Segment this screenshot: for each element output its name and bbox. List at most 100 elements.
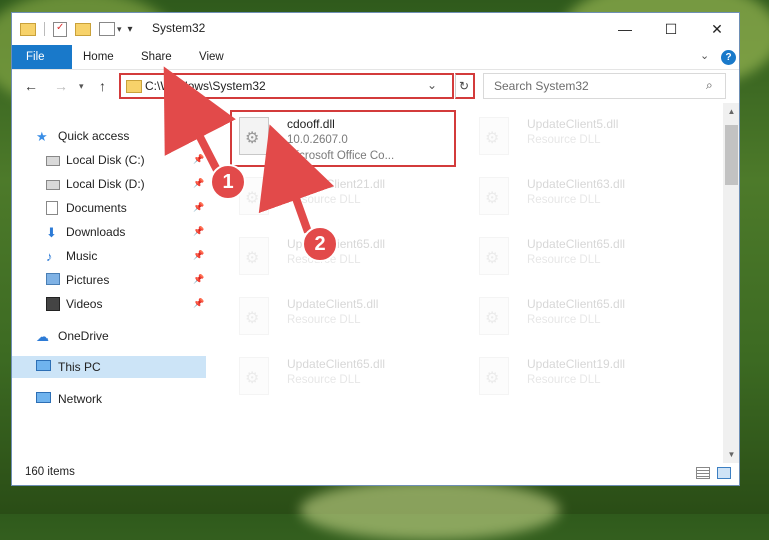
sidebar-item-this-pc[interactable]: This PC	[12, 356, 206, 378]
file-item[interactable]: ⚙ UpdateClient19.dll Resource DLL	[471, 351, 701, 403]
maximize-button[interactable]: ☐	[648, 13, 694, 45]
new-folder-icon[interactable]	[75, 22, 91, 36]
pin-icon[interactable]: 📌	[193, 154, 204, 165]
scroll-down-icon[interactable]: ▼	[723, 446, 739, 463]
window-title: System32	[152, 21, 206, 35]
dll-file-icon: ⚙	[239, 357, 269, 395]
address-bar[interactable]: C:\Windows\System32 ⌄	[119, 73, 454, 99]
close-icon: ✕	[711, 20, 723, 37]
close-button[interactable]: ✕	[694, 13, 739, 45]
properties-icon[interactable]: ✓	[53, 21, 67, 37]
sidebar-item-label: Local Disk (C:)	[66, 153, 145, 167]
sidebar-item-network[interactable]: Network	[12, 388, 206, 410]
file-name: UpdateClient65.dll	[527, 237, 626, 251]
forward-arrow-icon[interactable]: →	[54, 78, 68, 94]
annotation-marker-2: 2	[302, 226, 338, 262]
minimize-button[interactable]: —	[602, 13, 648, 45]
dll-file-icon: ⚙	[479, 357, 509, 395]
background-foliage	[300, 480, 560, 540]
pin-icon[interactable]: 📌	[193, 298, 204, 309]
tab-share[interactable]: Share	[128, 45, 185, 69]
file-name: UpdateClient5.dll	[527, 117, 619, 131]
customize-toolbar-icon[interactable]: ▾	[128, 24, 133, 35]
file-highlight-box	[230, 110, 456, 167]
search-icon[interactable]: ⌕	[706, 78, 713, 93]
large-icons-view-icon[interactable]	[717, 467, 731, 479]
vertical-scrollbar[interactable]: ▲ ▼	[723, 103, 739, 463]
file-detail: Resource DLL	[287, 194, 361, 206]
tab-home[interactable]: Home	[70, 45, 127, 69]
tab-file[interactable]: File	[12, 45, 72, 69]
sidebar-item-onedrive[interactable]: ☁ OneDrive	[12, 325, 206, 347]
pin-icon[interactable]: 📌	[193, 226, 204, 237]
chevron-down-icon[interactable]: ▾	[117, 24, 122, 35]
back-arrow-icon[interactable]: ←	[24, 78, 38, 94]
pin-icon[interactable]: 📌	[193, 250, 204, 261]
sidebar-item-local-disk-d[interactable]: Local Disk (D:) 📌	[12, 173, 206, 195]
file-item[interactable]: ⚙UpdateClient65.dllResource DLL	[471, 291, 701, 343]
file-name: UpdateClient21.dll	[287, 177, 386, 191]
help-icon[interactable]: ?	[721, 50, 736, 65]
file-item[interactable]: ⚙ UpdateClient5.dll Resource DLL	[231, 291, 461, 343]
sidebar-item-label: Quick access	[58, 129, 130, 143]
tab-view[interactable]: View	[186, 45, 237, 69]
sidebar-item-local-disk-c[interactable]: Local Disk (C:) 📌	[12, 149, 206, 171]
dll-file-icon: ⚙	[479, 237, 509, 275]
explorer-window: ✓ ▾ ▾ System32 — ☐ ✕ File Home Share Vie…	[11, 12, 740, 486]
document-icon	[46, 201, 60, 215]
computer-icon	[36, 360, 51, 374]
navigation-pane: ★ Quick access Local Disk (C:) 📌 Local Disk …	[12, 103, 206, 463]
sidebar-item-label: This PC	[58, 360, 101, 374]
status-bar: 160 items	[12, 463, 739, 485]
folder-icon[interactable]	[20, 22, 36, 36]
search-placeholder[interactable]: Search System32	[494, 79, 589, 93]
minimize-icon: —	[618, 21, 632, 37]
recent-locations-icon[interactable]: ▾	[79, 81, 84, 92]
quick-access-toolbar: ✓ ▾ ▾	[20, 21, 133, 37]
file-item[interactable]: ⚙ UpdateClient63.dll Resource DLL	[471, 171, 701, 223]
refresh-button[interactable]: ↻	[455, 73, 475, 99]
sidebar-item-music[interactable]: ♪ Music 📌	[12, 245, 206, 267]
scroll-thumb[interactable]	[725, 125, 738, 185]
file-item[interactable]: ⚙UpdateClient65.dllResource DLL	[231, 231, 461, 283]
gear-icon: ⚙	[485, 250, 500, 267]
star-icon: ★	[36, 129, 48, 144]
chevron-down-icon[interactable]: ⌄	[427, 78, 437, 92]
file-detail: Resource DLL	[287, 314, 361, 326]
details-view-icon[interactable]	[696, 467, 710, 479]
gear-icon: ⚙	[245, 310, 260, 327]
title-bar: ✓ ▾ ▾ System32 — ☐ ✕	[12, 13, 739, 45]
sidebar-item-label: Music	[66, 249, 98, 263]
navigation-bar: ← → ▾ ↑ C:\Windows\System32 ⌄ ↻ Search S…	[12, 70, 739, 103]
item-count: 160 items	[25, 466, 75, 478]
sidebar-item-label: Videos	[66, 297, 103, 311]
sidebar-item-downloads[interactable]: ⬇ Downloads 📌	[12, 221, 206, 243]
network-icon	[36, 392, 51, 406]
scroll-up-icon[interactable]: ▲	[723, 103, 739, 120]
file-item[interactable]: ⚙ UpdateClient21.dll Resource DLL	[231, 171, 461, 223]
undo-icon[interactable]	[99, 22, 115, 36]
file-item[interactable]: ⚙UpdateClient65.dllResource DLL	[231, 351, 461, 403]
dll-file-icon: ⚙	[479, 117, 509, 155]
pin-icon[interactable]: 📌	[193, 178, 204, 189]
dll-file-icon: ⚙	[479, 177, 509, 215]
file-item[interactable]: ⚙UpdateClient65.dllResource DLL	[471, 231, 701, 283]
chevron-down-icon[interactable]: ⌄	[700, 49, 709, 62]
pin-icon[interactable]: 📌	[193, 202, 204, 213]
sidebar-item-label: Local Disk (D:)	[66, 177, 145, 191]
file-detail: Resource DLL	[527, 134, 601, 146]
sidebar-item-videos[interactable]: Videos 📌	[12, 293, 206, 315]
search-box[interactable]: Search System32 ⌕	[483, 73, 726, 99]
folder-icon	[126, 80, 142, 93]
sidebar-item-pictures[interactable]: Pictures 📌	[12, 269, 206, 291]
sidebar-item-label: Downloads	[66, 225, 126, 239]
file-name: UpdateClient63.dll	[527, 177, 626, 191]
address-path[interactable]: C:\Windows\System32	[145, 79, 266, 93]
sidebar-item-documents[interactable]: Documents 📌	[12, 197, 206, 219]
up-arrow-icon[interactable]: ↑	[99, 78, 106, 94]
picture-icon	[46, 273, 60, 287]
file-item[interactable]: ⚙ UpdateClient5.dll Resource DLL	[471, 111, 701, 163]
pin-icon[interactable]: 📌	[193, 274, 204, 285]
file-detail: Resource DLL	[527, 194, 601, 206]
sidebar-item-quick-access[interactable]: ★ Quick access	[12, 125, 206, 147]
